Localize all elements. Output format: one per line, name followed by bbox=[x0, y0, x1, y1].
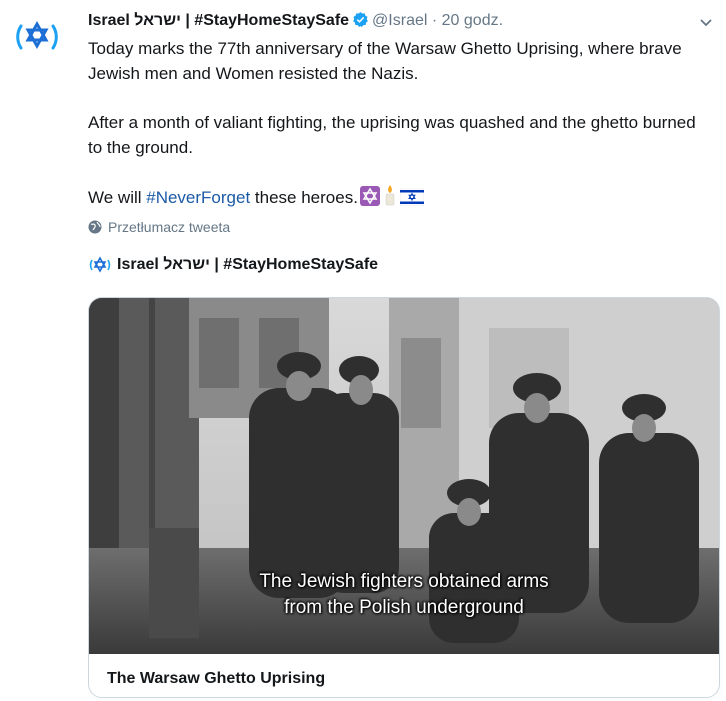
quoted-author-name: Israel ישראל | #StayHomeStaySafe bbox=[117, 256, 379, 273]
tweet-text: Today marks the 77th anniversary of the … bbox=[88, 36, 698, 213]
israel-logo-icon bbox=[89, 256, 111, 273]
star-of-david-icon bbox=[359, 186, 380, 213]
author-handle[interactable]: @Israel bbox=[372, 12, 427, 29]
quoted-author[interactable]: Israel ישראל | #StayHomeStaySafe bbox=[88, 254, 378, 276]
verified-badge-icon bbox=[352, 11, 369, 28]
tweet-text-prefix: We will bbox=[88, 188, 147, 207]
timestamp[interactable]: 20 godz. bbox=[442, 12, 503, 29]
tweet-paragraph-2: After a month of valiant fighting, the u… bbox=[88, 113, 696, 157]
video-caption-line-1: The Jewish fighters obtained arms bbox=[259, 571, 549, 592]
video-caption-line-2: from the Polish underground bbox=[284, 597, 524, 618]
media-card[interactable]: The Jewish fighters obtained arms from t… bbox=[88, 297, 720, 698]
translate-label: Przetłumacz tweeta bbox=[108, 219, 231, 235]
tweet-paragraph-1: Today marks the 77th anniversary of the … bbox=[88, 39, 682, 83]
candle-icon bbox=[382, 184, 398, 213]
avatar[interactable] bbox=[12, 12, 62, 62]
author-name[interactable]: Israel ישראל | #StayHomeStaySafe bbox=[88, 12, 349, 29]
translate-tweet-link[interactable]: Przetłumacz tweeta bbox=[88, 219, 230, 235]
tweet-paragraph-3: We will #NeverForget these heroes. bbox=[88, 184, 698, 213]
separator-dot: · bbox=[431, 12, 438, 29]
israel-logo-icon bbox=[16, 20, 58, 50]
tweet-header: Israel ישראל | #StayHomeStaySafe @Israel … bbox=[88, 10, 503, 31]
chevron-down-icon[interactable] bbox=[698, 14, 714, 30]
israel-flag-icon bbox=[399, 187, 425, 213]
card-title: The Warsaw Ghetto Uprising bbox=[107, 670, 326, 687]
tweet-text-suffix: these heroes. bbox=[250, 188, 358, 207]
globe-icon bbox=[88, 220, 102, 234]
hashtag-link[interactable]: #NeverForget bbox=[146, 188, 250, 207]
video-thumbnail[interactable]: The Jewish fighters obtained arms from t… bbox=[89, 298, 719, 654]
